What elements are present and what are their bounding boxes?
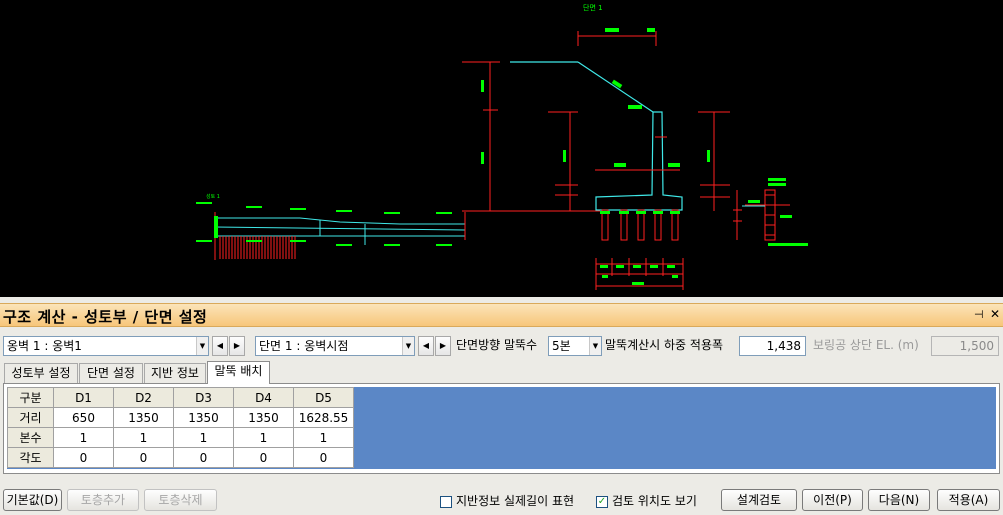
bottom-dimension bbox=[595, 258, 684, 290]
pile-grid-area: 구분 D1 D2 D3 D4 D5 거리 650 1350 1350 1350 … bbox=[7, 387, 996, 469]
section-select-value: 단면 1 : 옹벽시점 bbox=[259, 339, 349, 353]
apply-button[interactable]: 적용(A) bbox=[937, 489, 1000, 511]
tab-ground-info[interactable]: 지반 정보 bbox=[144, 363, 206, 383]
grid-cell[interactable]: 0 bbox=[293, 447, 354, 468]
table-row: 각도 0 0 0 0 0 bbox=[7, 447, 354, 468]
actual-length-label: 지반정보 실제길이 표현 bbox=[456, 494, 575, 508]
prev-button[interactable]: 이전(P) bbox=[802, 489, 863, 511]
table-row: 본수 1 1 1 1 1 bbox=[7, 427, 354, 448]
show-location-label: 검토 위치도 보기 bbox=[612, 494, 697, 508]
tab-embankment[interactable]: 성토부 설정 bbox=[4, 363, 78, 383]
wall-select-value: 옹벽 1 : 옹벽1 bbox=[7, 339, 82, 353]
panel-title: 구조 계산 - 성토부 / 단면 설정 bbox=[3, 308, 208, 326]
cad-drawing: 단면 1 성토 1 bbox=[196, 3, 808, 290]
grid-header-cell: D5 bbox=[293, 387, 354, 408]
dim-label bbox=[605, 28, 619, 32]
wall-prev-button[interactable]: ◀ bbox=[212, 336, 228, 356]
chevron-down-icon[interactable]: ▼ bbox=[402, 337, 414, 355]
grid-cell[interactable]: 1 bbox=[53, 427, 114, 448]
grid-cell[interactable]: 1628.55 bbox=[293, 407, 354, 428]
section-prev-button[interactable]: ◀ bbox=[418, 336, 434, 356]
wall-select[interactable]: 옹벽 1 : 옹벽1 ▼ bbox=[3, 336, 209, 356]
triangle-right-icon: ▶ bbox=[439, 341, 447, 350]
grid-cell[interactable]: 0 bbox=[173, 447, 234, 468]
actual-length-checkbox[interactable] bbox=[440, 496, 452, 508]
grid-header-cell: D1 bbox=[53, 387, 114, 408]
default-button[interactable]: 기본값(D) bbox=[3, 489, 62, 511]
section-select[interactable]: 단면 1 : 옹벽시점 ▼ bbox=[255, 336, 415, 356]
next-button[interactable]: 다음(N) bbox=[868, 489, 930, 511]
table-row: 거리 650 1350 1350 1350 1628.55 bbox=[7, 407, 354, 428]
grid-cell[interactable]: 0 bbox=[113, 447, 174, 468]
grid-cell[interactable]: 0 bbox=[53, 447, 114, 468]
settings-panel: 구조 계산 - 성토부 / 단면 설정 ⊣ ✕ 옹벽 1 : 옹벽1 ▼ ◀ ▶… bbox=[0, 297, 1003, 515]
triangle-left-icon: ◀ bbox=[216, 341, 224, 350]
grid-header-cell: D4 bbox=[233, 387, 294, 408]
load-width-input[interactable]: 1,438 bbox=[739, 336, 806, 356]
wall-next-button[interactable]: ▶ bbox=[229, 336, 245, 356]
show-location-checkbox[interactable]: ✓ bbox=[596, 496, 608, 508]
grid-header-row: 구분 D1 D2 D3 D4 D5 bbox=[7, 387, 354, 408]
load-width-label: 말뚝계산시 하중 적용폭 bbox=[605, 338, 724, 352]
grid-cell[interactable]: 1 bbox=[293, 427, 354, 448]
grid-cell[interactable]: 1 bbox=[173, 427, 234, 448]
dim-label bbox=[647, 28, 655, 32]
boring-el-label: 보링공 상단 EL. (m) bbox=[813, 338, 919, 352]
section-title: 단면 1 bbox=[583, 3, 603, 12]
tab-label: 단면 설정 bbox=[87, 366, 135, 380]
chevron-down-icon[interactable]: ▼ bbox=[196, 337, 208, 355]
design-review-button[interactable]: 설계검토 bbox=[721, 489, 797, 511]
delete-layer-button: 토층삭제 bbox=[144, 489, 217, 511]
grid-cell[interactable]: 1 bbox=[113, 427, 174, 448]
panel-titlebar: 구조 계산 - 성토부 / 단면 설정 ⊣ ✕ bbox=[0, 303, 1003, 327]
top-dimension bbox=[577, 31, 657, 46]
check-icon: ✓ bbox=[597, 496, 607, 507]
row-header-cell: 각도 bbox=[7, 447, 54, 468]
grid-header-cell: D2 bbox=[113, 387, 174, 408]
grid-header-cell: D3 bbox=[173, 387, 234, 408]
tab-section[interactable]: 단면 설정 bbox=[79, 363, 143, 383]
pile-layout-grid: 구분 D1 D2 D3 D4 D5 거리 650 1350 1350 1350 … bbox=[7, 387, 354, 468]
triangle-right-icon: ▶ bbox=[233, 341, 241, 350]
boring-el-input: 1,500 bbox=[931, 336, 999, 356]
add-layer-button: 토층추가 bbox=[67, 489, 139, 511]
grid-cell[interactable]: 1350 bbox=[233, 407, 294, 428]
row-header-cell: 거리 bbox=[7, 407, 54, 428]
right-dimension bbox=[548, 111, 730, 211]
tab-pane: 구분 D1 D2 D3 D4 D5 거리 650 1350 1350 1350 … bbox=[3, 383, 1000, 474]
pile-count-value: 5본 bbox=[552, 339, 571, 353]
triangle-left-icon: ◀ bbox=[422, 341, 430, 350]
grid-cell[interactable]: 1 bbox=[233, 427, 294, 448]
section-next-button[interactable]: ▶ bbox=[435, 336, 451, 356]
grid-cell[interactable]: 650 bbox=[53, 407, 114, 428]
tab-pile-layout[interactable]: 말뚝 배치 bbox=[207, 361, 270, 384]
grid-cell[interactable]: 0 bbox=[233, 447, 294, 468]
pile-count-label: 단면방향 말뚝수 bbox=[456, 338, 538, 352]
chevron-down-icon[interactable]: ▼ bbox=[589, 337, 601, 355]
tab-label: 말뚝 배치 bbox=[214, 364, 263, 378]
grid-cell[interactable]: 1350 bbox=[113, 407, 174, 428]
row-header-cell: 본수 bbox=[7, 427, 54, 448]
grid-header-cell: 구분 bbox=[7, 387, 54, 408]
footing-piles bbox=[601, 209, 679, 241]
pile-count-select[interactable]: 5본 ▼ bbox=[548, 336, 602, 356]
close-icon[interactable]: ✕ bbox=[990, 307, 1000, 321]
small-section-piles bbox=[219, 236, 296, 259]
small-section-title: 성토 1 bbox=[206, 193, 220, 200]
cad-viewport[interactable]: 단면 1 성토 1 bbox=[0, 0, 1003, 297]
pin-icon[interactable]: ⊣ bbox=[974, 308, 984, 321]
grid-cell[interactable]: 1350 bbox=[173, 407, 234, 428]
tab-label: 지반 정보 bbox=[151, 366, 199, 380]
wall-profile bbox=[510, 61, 683, 211]
tab-label: 성토부 설정 bbox=[11, 366, 71, 380]
